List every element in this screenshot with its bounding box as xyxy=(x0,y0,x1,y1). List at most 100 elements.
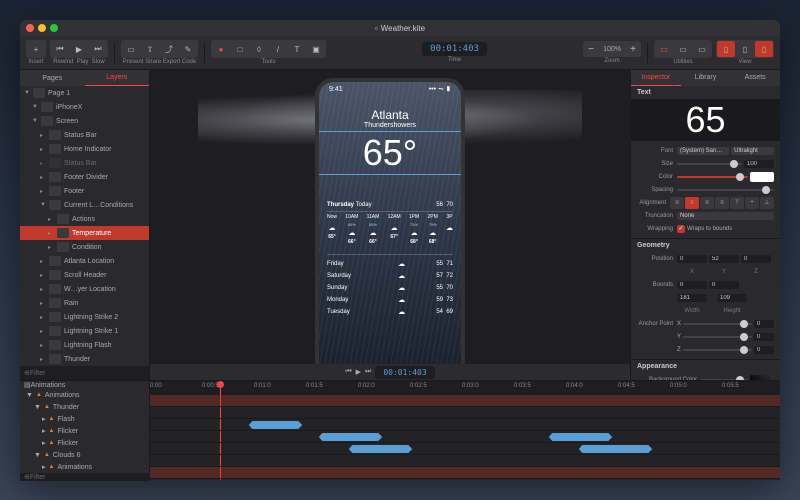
play-button[interactable]: ▶ xyxy=(70,41,88,57)
view-1[interactable]: ▯ xyxy=(717,41,735,57)
align-left[interactable]: ≡ xyxy=(670,197,684,209)
tool-oval[interactable]: ◊ xyxy=(250,41,268,57)
size-input[interactable] xyxy=(744,160,774,168)
bounds-y[interactable] xyxy=(709,281,739,289)
util-1[interactable]: ▭ xyxy=(655,41,673,57)
align-justify[interactable]: ≡ xyxy=(715,197,729,209)
zoom-in-button[interactable]: + xyxy=(626,42,640,56)
layer-item[interactable]: ▼iPhoneX xyxy=(20,100,149,114)
align-middle[interactable]: ÷ xyxy=(745,197,759,209)
timeline-layer[interactable]: ▸▲Flicker xyxy=(20,437,149,449)
minimize-button[interactable] xyxy=(38,24,46,32)
view-2[interactable]: ▯ xyxy=(736,41,754,57)
layer-item[interactable]: ▸Lightning Strike 2 xyxy=(20,310,149,324)
anchor-y-slider[interactable] xyxy=(683,336,752,338)
bounds-h[interactable] xyxy=(717,294,747,302)
tool-rect[interactable]: □ xyxy=(231,41,249,57)
util-2[interactable]: ▭ xyxy=(674,41,692,57)
anchor-x-slider[interactable] xyxy=(683,323,752,325)
code-button[interactable]: ✎ xyxy=(179,41,197,57)
bgcolor-slider[interactable] xyxy=(701,379,748,381)
tab-library[interactable]: Library xyxy=(681,70,731,86)
color-swatch[interactable] xyxy=(750,172,774,182)
tool-image[interactable]: ▣ xyxy=(307,41,325,57)
layer-item[interactable]: ▸Status Bar xyxy=(20,128,149,142)
layer-item[interactable]: ▸Scroll Header xyxy=(20,268,149,282)
canvas[interactable]: 9:41 ••• ⏦ ▮ Atlanta Thundershowers 65° … xyxy=(150,70,630,380)
export-button[interactable]: ⤴ xyxy=(160,41,178,57)
timeline-layer[interactable]: ▼▲Clouds 6 xyxy=(20,449,149,461)
timecode-display: 00:01:403 xyxy=(422,42,487,56)
layer-item[interactable]: ▼Page 1 xyxy=(20,86,149,100)
layer-item[interactable]: ▸Temperature xyxy=(20,226,149,240)
present-button[interactable]: ▭ xyxy=(122,41,140,57)
filter-bar[interactable]: ⊕ Filter xyxy=(20,366,149,380)
font-family-select[interactable]: (System) San… xyxy=(677,147,729,155)
pos-y[interactable] xyxy=(709,255,739,263)
align-bottom[interactable]: ⊥ xyxy=(760,197,774,209)
tool-pointer[interactable]: ● xyxy=(212,41,230,57)
layer-item[interactable]: ▸Footer Divider xyxy=(20,170,149,184)
layer-item[interactable]: ▼Screen xyxy=(20,114,149,128)
layer-item[interactable]: ▸Footer xyxy=(20,184,149,198)
tab-inspector[interactable]: Inspector xyxy=(631,70,681,86)
temperature-label[interactable]: 65° xyxy=(319,132,461,174)
timeline-tracks[interactable] xyxy=(150,395,780,479)
zoom-value[interactable]: 100% xyxy=(599,46,625,53)
timeline-layer[interactable]: ▸▲Flicker xyxy=(20,425,149,437)
tool-text[interactable]: T xyxy=(288,41,306,57)
transport-rewind[interactable]: ⏮ xyxy=(345,368,351,376)
bounds-w[interactable] xyxy=(677,294,707,302)
timeline-layer[interactable]: ▼▲Thunder xyxy=(20,401,149,413)
layer-item[interactable]: ▸Condition xyxy=(20,240,149,254)
anchor-z-slider[interactable] xyxy=(683,349,752,351)
tab-assets[interactable]: Assets xyxy=(730,70,780,86)
font-weight-select[interactable]: Ultralight xyxy=(731,147,774,155)
zoom-out-button[interactable]: − xyxy=(584,42,598,56)
rewind-button[interactable]: ⏮ xyxy=(51,41,69,57)
wrapping-checkbox[interactable]: ✓ xyxy=(677,225,685,233)
tab-pages[interactable]: Pages xyxy=(20,70,85,86)
layer-item[interactable]: ▸Thunder xyxy=(20,352,149,366)
maximize-button[interactable] xyxy=(50,24,58,32)
truncation-select[interactable]: None xyxy=(677,212,774,220)
share-button[interactable]: ⇧ xyxy=(141,41,159,57)
layer-item[interactable]: ▼Current L…Conditions xyxy=(20,198,149,212)
bounds-x[interactable] xyxy=(677,281,707,289)
daily-row: Monday☁59 73 xyxy=(327,294,453,306)
layer-item[interactable]: ▸Status Bar xyxy=(20,156,149,170)
pos-z[interactable] xyxy=(741,255,771,263)
insert-button[interactable]: + xyxy=(27,41,45,57)
color-slider[interactable] xyxy=(677,176,748,178)
timeline-layer[interactable]: ▼▲Animations xyxy=(20,389,149,401)
layer-item[interactable]: ▸Lightning Strike 1 xyxy=(20,324,149,338)
spacing-slider[interactable] xyxy=(677,189,774,191)
slow-button[interactable]: ⏭ xyxy=(89,41,107,57)
timeline-layer[interactable]: ▸▲Animations xyxy=(20,461,149,473)
tab-layers[interactable]: Layers xyxy=(85,70,150,86)
layer-item[interactable]: ▸Actions xyxy=(20,212,149,226)
align-right[interactable]: ≡ xyxy=(700,197,714,209)
size-slider[interactable] xyxy=(677,163,742,165)
layer-item[interactable]: ▸Rain xyxy=(20,296,149,310)
align-top[interactable]: ⊤ xyxy=(730,197,744,209)
util-3[interactable]: ▭ xyxy=(693,41,711,57)
layer-item[interactable]: ▸Lightning Flash xyxy=(20,338,149,352)
close-button[interactable] xyxy=(26,24,34,32)
timeline-layer[interactable]: ▸▲Flash xyxy=(20,413,149,425)
tool-line[interactable]: / xyxy=(269,41,287,57)
hourly-col: 3P☁ xyxy=(446,214,453,245)
transport-ff[interactable]: ⏭ xyxy=(365,368,371,376)
timeline-ruler[interactable]: 0:000:00:50:01:00:01:50:02:00:02:50:03:0… xyxy=(150,381,780,395)
layer-item[interactable]: ▸W…yer Location xyxy=(20,282,149,296)
transport-play[interactable]: ▶ xyxy=(356,368,361,376)
view-3[interactable]: ▯ xyxy=(755,41,773,57)
layer-item[interactable]: ▸Home Indicator xyxy=(20,142,149,156)
phone-mockup: 9:41 ••• ⏦ ▮ Atlanta Thundershowers 65° … xyxy=(315,78,465,378)
align-center[interactable]: ≡ xyxy=(685,197,699,209)
timeline-filter[interactable]: ⊕ Filter xyxy=(20,473,149,481)
layer-item[interactable]: ▸Atlanta Location xyxy=(20,254,149,268)
pos-x[interactable] xyxy=(677,255,707,263)
left-panel: Pages Layers ▼Page 1▼iPhoneX▼Screen▸Stat… xyxy=(20,70,150,380)
daily-forecast: Friday☁55 71Saturday☁57 72Sunday☁55 70Mo… xyxy=(327,254,453,318)
